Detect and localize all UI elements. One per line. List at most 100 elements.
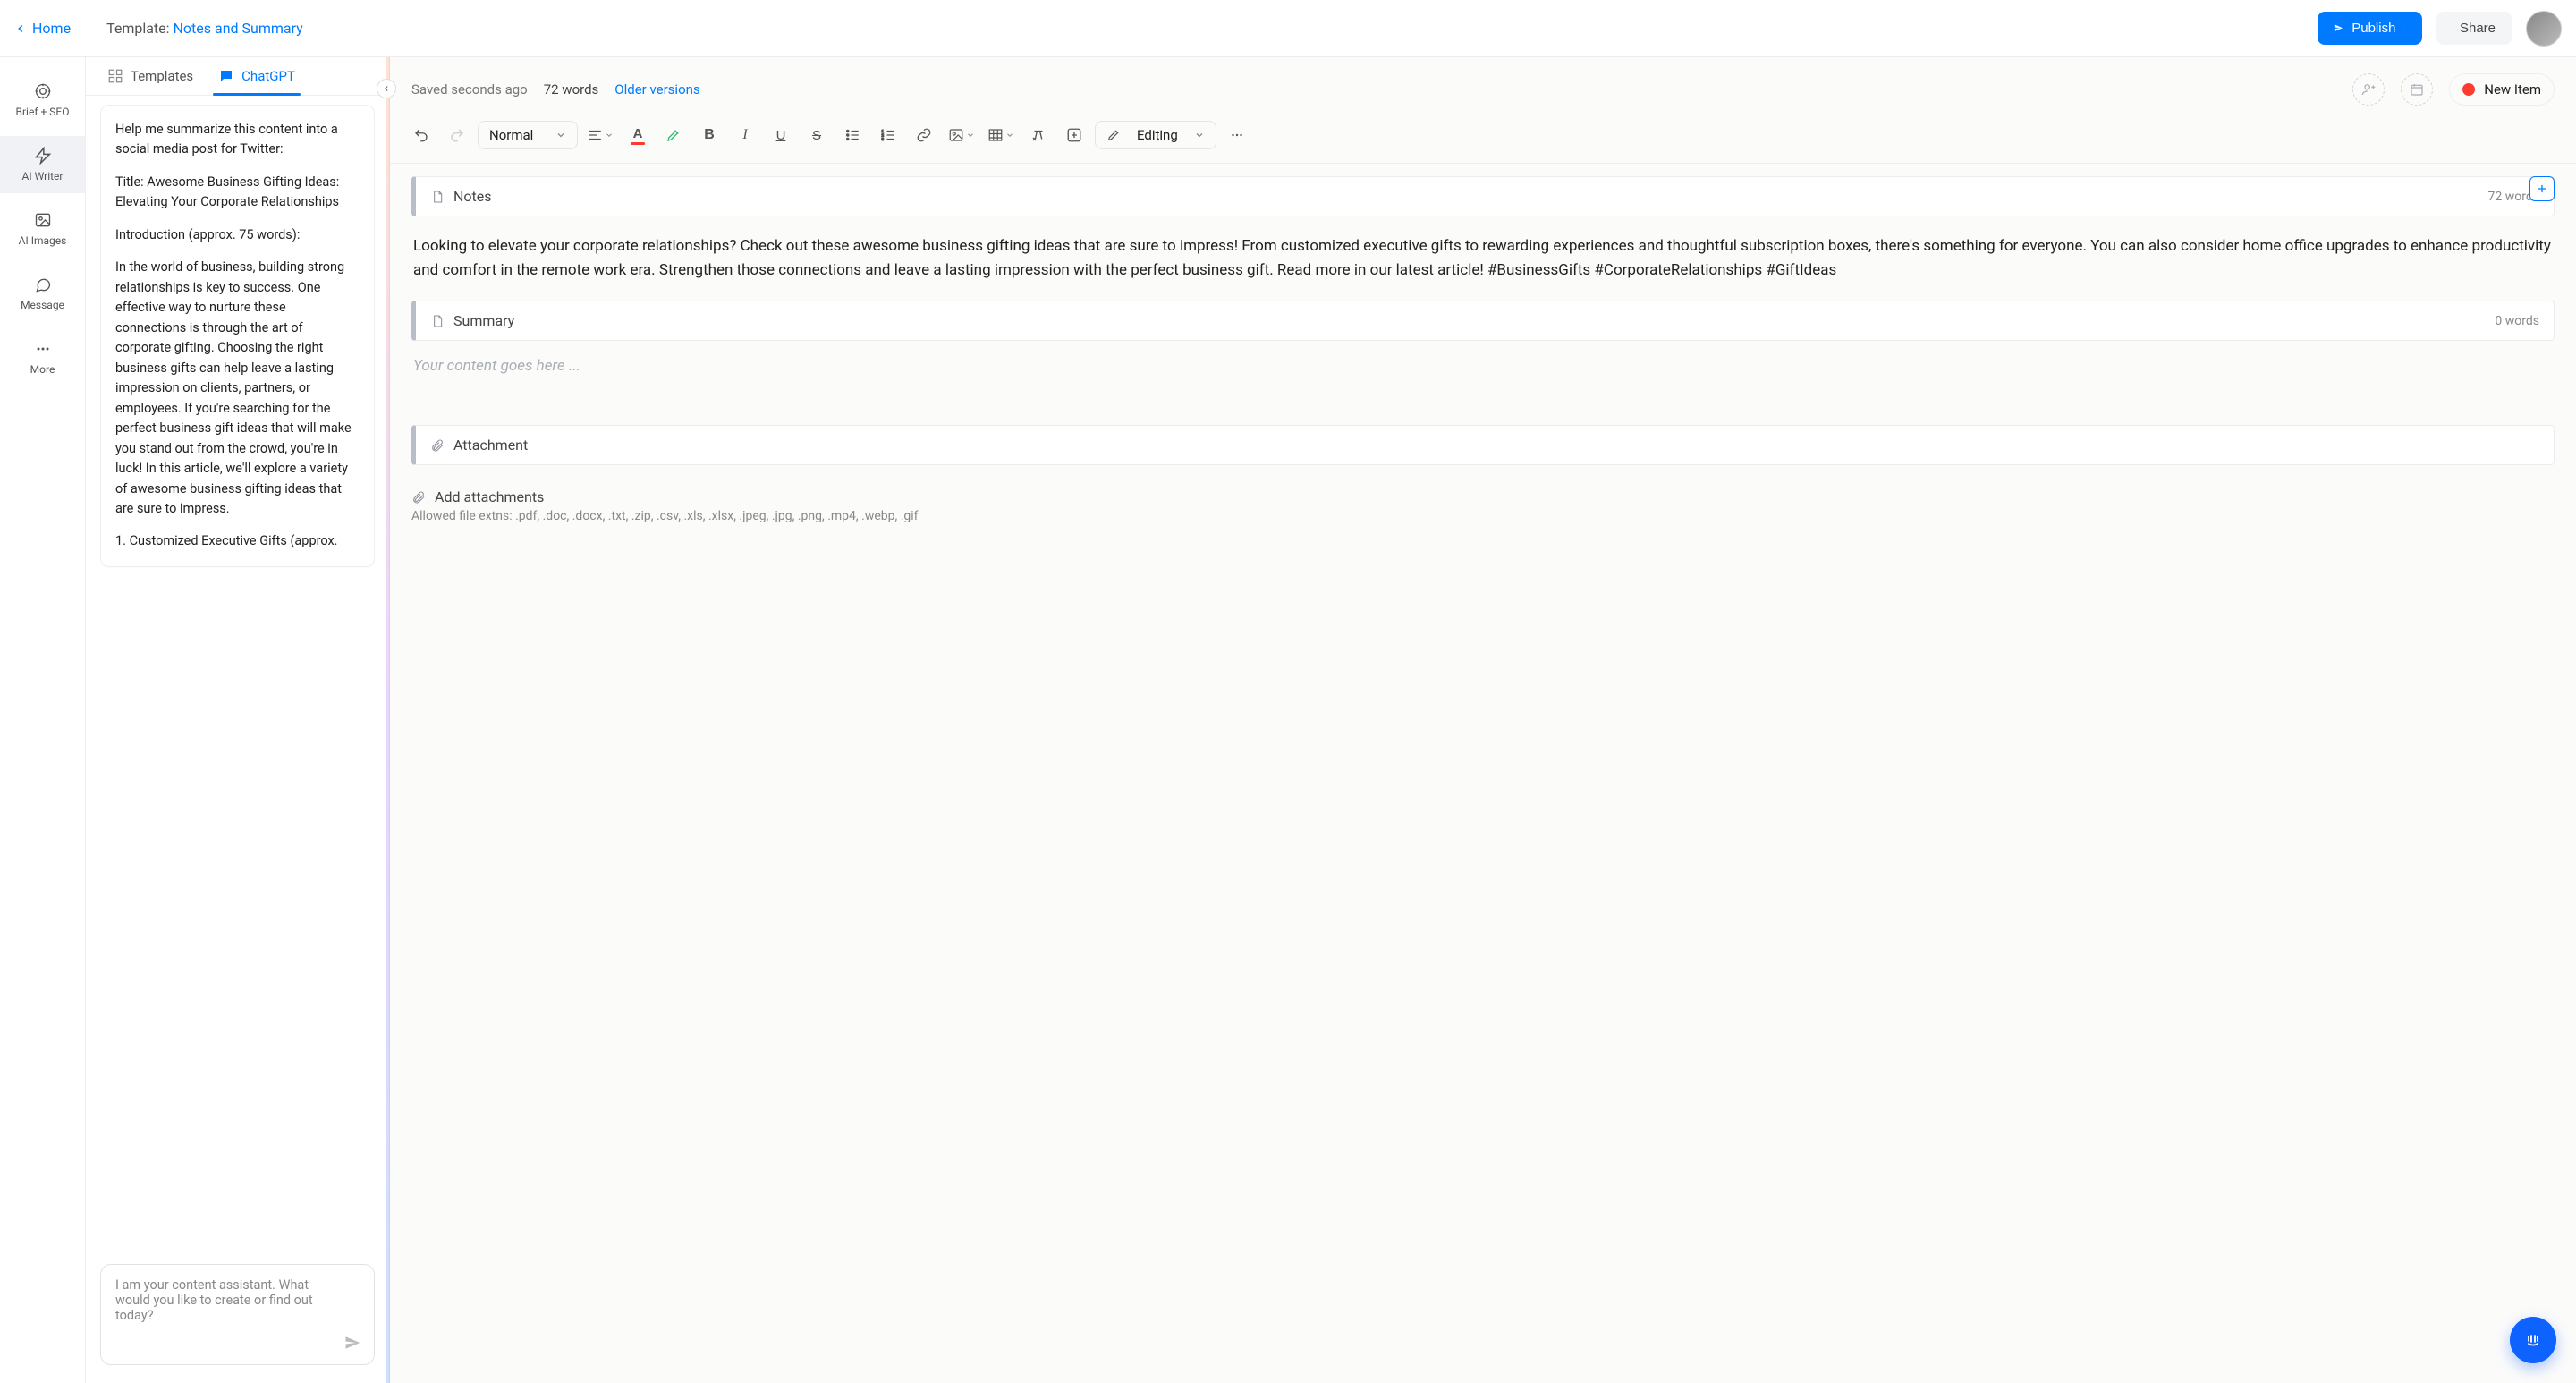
align-left-icon (587, 127, 603, 143)
section-summary-header[interactable]: Summary 0 words (411, 301, 2555, 341)
share-button[interactable]: Share (2436, 12, 2512, 45)
tab-chatgpt-label: ChatGPT (242, 68, 295, 84)
chat-message: Help me summarize this content into a so… (100, 105, 375, 567)
rail-item-more[interactable]: More (0, 329, 85, 386)
insert-table-button[interactable] (984, 123, 1018, 147)
section-notes-header[interactable]: Notes 72 words (411, 176, 2555, 216)
plus-box-icon (1066, 127, 1082, 143)
template-prefix: Template: (106, 20, 173, 37)
user-plus-icon (2361, 82, 2376, 97)
older-versions-link[interactable]: Older versions (614, 81, 699, 98)
bolt-icon (34, 147, 52, 165)
redo-icon (449, 127, 465, 143)
chevron-left-icon (382, 84, 391, 93)
table-icon (987, 127, 1004, 143)
chat-line: Title: Awesome Business Gifting Ideas: E… (115, 173, 360, 213)
chat-input[interactable]: I am your content assistant. What would … (100, 1264, 375, 1365)
rail-label: More (30, 363, 55, 376)
tab-chatgpt[interactable]: ChatGPT (218, 68, 295, 95)
status-selector[interactable]: New Item (2449, 73, 2555, 106)
add-block-button[interactable] (2529, 176, 2555, 201)
rail-item-message[interactable]: Message (0, 265, 85, 322)
paragraph-style-label: Normal (489, 127, 533, 143)
help-fab[interactable] (2510, 1317, 2556, 1363)
editor-toolbar: Normal A B I U S 123 (390, 115, 2576, 164)
chat-line: Introduction (approx. 75 words): (115, 225, 360, 245)
tab-templates-label: Templates (131, 68, 193, 84)
doc-icon (430, 314, 445, 328)
section-summary-label: Summary (453, 312, 514, 329)
paperclip-icon (411, 490, 426, 505)
rail-item-ai-images[interactable]: AI Images (0, 200, 85, 258)
summary-word-count: 0 words (2495, 314, 2539, 328)
underline-icon: U (776, 128, 786, 143)
rail-item-ai-writer[interactable]: AI Writer (0, 136, 85, 193)
number-list-icon: 123 (880, 127, 896, 143)
share-label: Share (2460, 21, 2496, 36)
text-color-button[interactable]: A (623, 120, 653, 150)
pencil-icon (1106, 128, 1121, 142)
chat-line: In the world of business, building stron… (115, 258, 360, 519)
schedule-button[interactable] (2401, 73, 2433, 106)
notes-content[interactable]: Looking to elevate your corporate relati… (411, 231, 2555, 286)
insert-snippet-button[interactable] (1059, 120, 1089, 150)
dots-icon (1229, 127, 1245, 143)
underline-button[interactable]: U (766, 120, 796, 150)
home-label: Home (32, 20, 71, 37)
status-dot (2462, 83, 2475, 96)
chevron-down-icon (605, 131, 614, 140)
chevron-down-icon (2404, 23, 2406, 34)
home-link[interactable]: Home (14, 20, 71, 37)
italic-button[interactable]: I (730, 120, 760, 150)
chat-input-placeholder: I am your content assistant. What would … (115, 1277, 313, 1323)
word-count: 72 words (544, 81, 599, 98)
strike-icon: S (812, 128, 821, 143)
bold-button[interactable]: B (694, 120, 724, 150)
publish-label: Publish (2351, 21, 2395, 36)
chevron-left-icon (14, 22, 27, 35)
clear-format-button[interactable] (1023, 120, 1054, 150)
chevron-down-icon (555, 130, 566, 140)
send-button[interactable] (340, 1330, 365, 1355)
add-attachments-button[interactable]: Add attachments (411, 488, 2555, 505)
side-rail: Brief + SEO AI Writer AI Images Message … (0, 57, 86, 1383)
bold-icon: B (704, 127, 715, 143)
collapse-panel-button[interactable] (377, 79, 396, 98)
align-button[interactable] (583, 123, 617, 147)
number-list-button[interactable]: 123 (873, 120, 903, 150)
assign-user-button[interactable] (2352, 73, 2385, 106)
plus-icon (2536, 182, 2548, 195)
publish-button[interactable]: Publish (2318, 12, 2422, 45)
rail-label: Message (21, 299, 64, 311)
highlight-icon (665, 127, 682, 143)
chat-line: 1. Customized Executive Gifts (approx. (115, 531, 360, 551)
document-body[interactable]: Notes 72 words Looking to elevate your c… (390, 164, 2576, 536)
redo-button[interactable] (442, 120, 472, 150)
rail-label: AI Images (19, 234, 67, 247)
paperclip-icon (430, 438, 445, 453)
bullet-list-button[interactable] (837, 120, 868, 150)
undo-icon (413, 127, 429, 143)
mode-select[interactable]: Editing (1095, 121, 1216, 149)
highlight-button[interactable] (658, 120, 689, 150)
add-attachments-label: Add attachments (435, 488, 544, 505)
templates-icon (107, 68, 123, 84)
rail-item-brief-seo[interactable]: Brief + SEO (0, 72, 85, 129)
undo-button[interactable] (406, 120, 436, 150)
dots-icon (34, 340, 52, 358)
calendar-icon (2410, 82, 2424, 97)
summary-placeholder[interactable]: Your content goes here ... (411, 355, 2555, 377)
strike-button[interactable]: S (801, 120, 832, 150)
section-attachment: Attachment (411, 425, 2555, 465)
link-icon (916, 127, 932, 143)
tab-templates[interactable]: Templates (107, 68, 193, 95)
insert-image-button[interactable] (945, 123, 979, 147)
avatar[interactable] (2526, 11, 2562, 47)
template-name[interactable]: Notes and Summary (174, 20, 303, 37)
more-toolbar-button[interactable] (1222, 120, 1252, 150)
intercom-icon (2522, 1329, 2544, 1351)
link-button[interactable] (909, 120, 939, 150)
mode-label: Editing (1137, 127, 1178, 143)
chat-icon (34, 276, 52, 293)
paragraph-style-select[interactable]: Normal (478, 121, 578, 149)
